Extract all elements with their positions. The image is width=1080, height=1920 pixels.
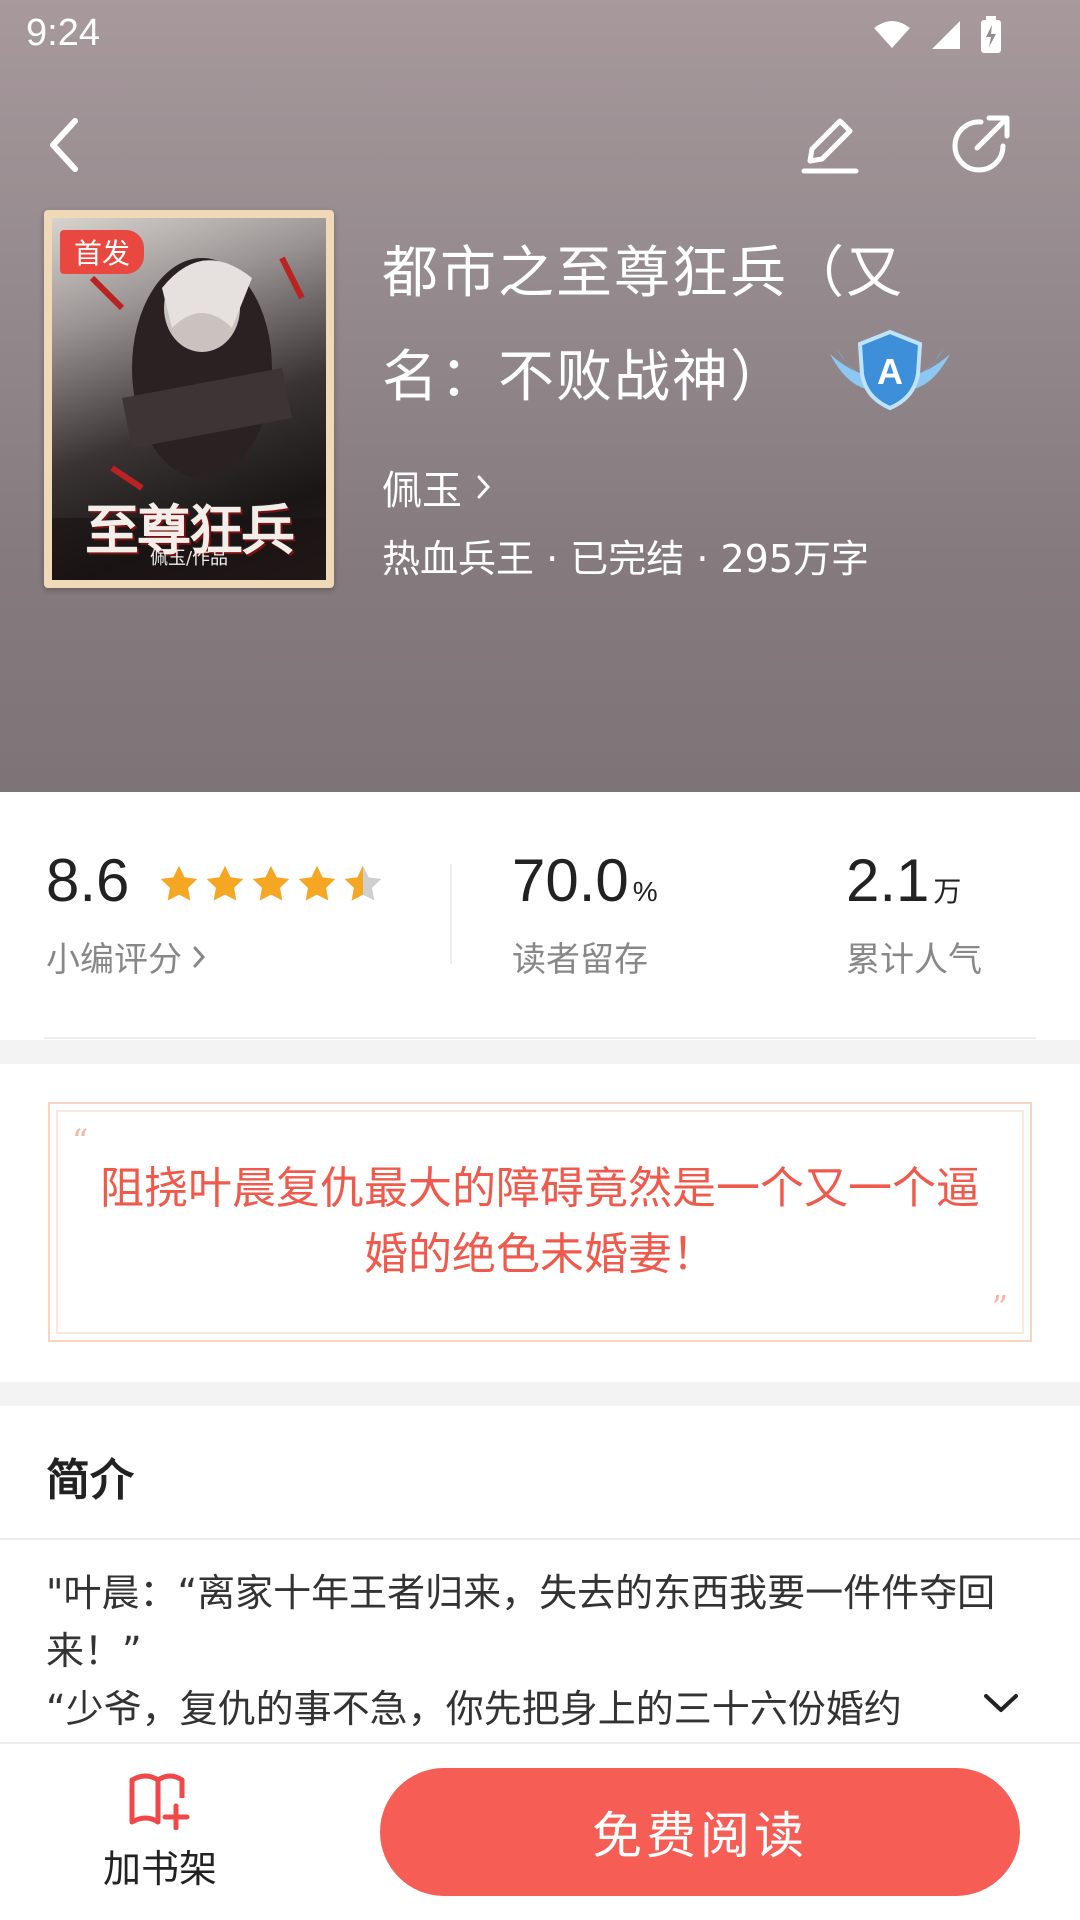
retention-value: 70.0	[512, 847, 629, 914]
signal-icon	[932, 21, 960, 49]
stats-divider	[450, 864, 452, 964]
intro-header: 简介	[0, 1406, 1080, 1540]
book-header: 9:24 首发 至尊狂兵 佩玉/作品 都市之至尊狂兵（又名：不败战神） A 佩玉…	[0, 0, 1080, 792]
popularity-stat: 2.1 万	[846, 846, 961, 915]
stats-panel: 8.6 小编评分 70.0% 读者留存 2.1 万 累计人气	[0, 792, 1080, 1039]
retention-label: 读者留存	[512, 940, 648, 980]
first-release-badge: 首发	[60, 230, 145, 274]
intro-text: "叶晨：“离家十年王者归来，失去的东西我要一件件夺回来！” “少爷，复仇的事不急…	[46, 1564, 1006, 1738]
retention-stat: 70.0%	[512, 846, 658, 915]
popularity-value: 2.1	[846, 847, 930, 914]
popularity-label: 累计人气	[846, 940, 982, 980]
intro-title: 简介	[46, 1455, 134, 1506]
author-name: 佩玉	[382, 468, 462, 514]
half-star-icon	[344, 865, 382, 901]
chevron-right-icon	[477, 475, 491, 499]
popularity-unit: 万	[933, 876, 962, 907]
book-cover[interactable]: 首发 至尊狂兵 佩玉/作品	[44, 210, 334, 588]
close-quote-icon: ”	[991, 1288, 1008, 1326]
status-time: 9:24	[26, 12, 100, 54]
stats-bottom-divider	[44, 1037, 1036, 1039]
rating-label-link[interactable]: 小编评分	[46, 932, 206, 981]
chevron-right-icon	[193, 946, 206, 967]
star-rating	[158, 864, 384, 904]
intro-body[interactable]: "叶晨：“离家十年王者归来，失去的东西我要一件件夺回来！” “少爷，复仇的事不急…	[0, 1542, 1080, 1742]
book-meta: 热血兵王 · 已完结 · 295万字	[382, 537, 870, 581]
rating-label: 小编评分	[46, 940, 182, 980]
status-icons	[872, 16, 1002, 54]
open-quote-icon: “	[72, 1122, 89, 1160]
bottom-action-bar: 加书架 免费阅读	[0, 1742, 1080, 1920]
quote-box: “ 阻挠叶晨复仇最大的障碍竟然是一个又一个逼婚的绝色未婚妻！ ”	[48, 1102, 1032, 1342]
star-icon	[206, 865, 244, 901]
edit-pencil-icon	[801, 118, 859, 174]
intro-line: "叶晨：“离家十年王者归来，失去的东西我要一件件夺回来！”	[46, 1571, 996, 1673]
back-arrow-icon	[50, 118, 78, 172]
battery-icon	[981, 16, 1001, 53]
star-icon	[252, 865, 290, 901]
recommendation-quote-section: “ 阻挠叶晨复仇最大的障碍竟然是一个又一个逼婚的绝色未婚妻！ ”	[0, 1064, 1080, 1382]
retention-unit: %	[632, 876, 658, 907]
intro-line: “少爷，复仇的事不急，你先把身上的三十六份婚约	[46, 1687, 902, 1731]
quote-text: 阻挠叶晨复仇最大的障碍竟然是一个又一个逼婚的绝色未婚妻！	[100, 1163, 980, 1280]
author-link[interactable]: 佩玉	[382, 458, 492, 516]
star-icon	[298, 865, 336, 901]
section-gap	[0, 1040, 1080, 1064]
cover-author: 佩玉/作品	[149, 548, 229, 569]
rank-a-badge-icon: A	[830, 329, 950, 411]
wifi-icon	[874, 21, 910, 48]
add-to-shelf-label: 加书架	[102, 1847, 217, 1891]
rank-badge-letter: A	[877, 351, 903, 392]
star-icon	[160, 865, 198, 901]
free-read-button[interactable]: 免费阅读	[380, 1768, 1020, 1896]
chevron-down-icon[interactable]	[982, 1692, 1020, 1716]
add-bookshelf-icon	[129, 1773, 190, 1830]
section-gap	[0, 1382, 1080, 1406]
add-to-shelf-button[interactable]: 加书架	[70, 1770, 250, 1900]
edit-button[interactable]	[785, 100, 875, 190]
rating-value: 8.6	[46, 847, 130, 914]
back-button[interactable]	[20, 100, 110, 190]
share-icon	[952, 115, 1010, 173]
share-button[interactable]	[935, 100, 1025, 190]
status-bar: 9:24	[0, 0, 1080, 70]
